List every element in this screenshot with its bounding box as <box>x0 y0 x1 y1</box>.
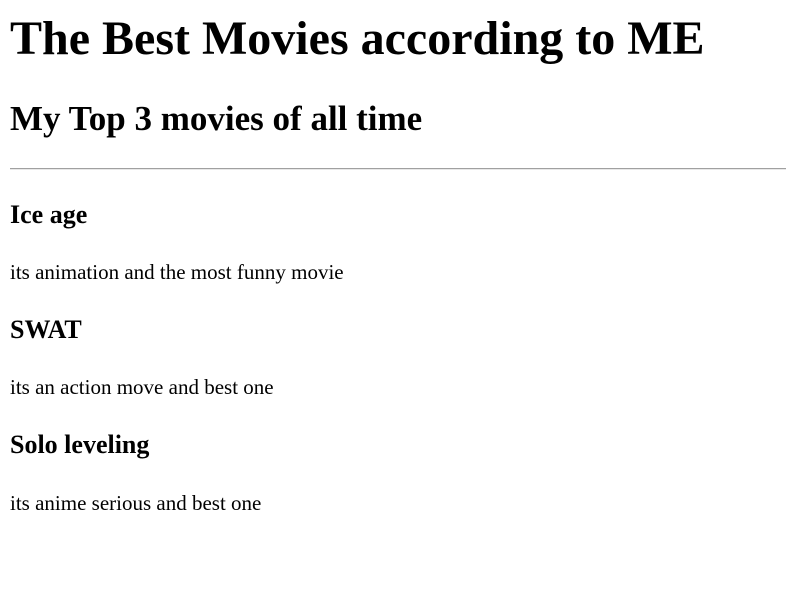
movie-description: its animation and the most funny movie <box>10 260 344 284</box>
page-title: The Best Movies according to ME <box>10 12 705 65</box>
movie-title: Ice age <box>10 200 88 229</box>
movie-description: its anime serious and best one <box>10 491 262 515</box>
movie-title: SWAT <box>10 315 82 344</box>
movie-description: its an action move and best one <box>10 375 274 399</box>
movie-title: Solo leveling <box>10 430 150 459</box>
divider <box>10 168 786 170</box>
page-subtitle: My Top 3 movies of all time <box>10 99 423 138</box>
